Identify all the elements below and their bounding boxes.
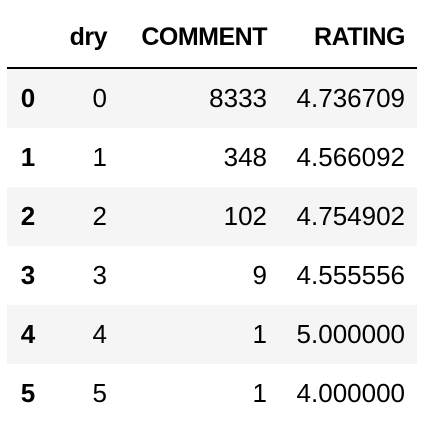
row-index: 0 [20, 83, 36, 113]
row-index: 5 [20, 378, 36, 408]
dry-cell: 0 [92, 83, 107, 113]
table-row: 3 3 9 4.555556 [7, 246, 417, 305]
comment-cell: 1 [252, 319, 267, 349]
dry-cell: 3 [92, 260, 107, 290]
table-row: 2 2 102 4.754902 [7, 187, 417, 246]
dataframe-table: dry COMMENT RATING 0 0 8333 4.736709 1 1… [7, 7, 417, 423]
index-header [13, 7, 43, 67]
comment-cell: 102 [223, 201, 267, 231]
rating-cell: 4.736709 [296, 83, 405, 113]
rating-cell: 4.566092 [296, 142, 405, 172]
table-header-row: dry COMMENT RATING [7, 7, 417, 69]
comment-cell: 348 [223, 142, 267, 172]
comment-cell: 9 [252, 260, 267, 290]
dry-cell: 5 [92, 378, 107, 408]
row-index: 3 [20, 260, 36, 290]
table-row: 0 0 8333 4.736709 [7, 69, 417, 128]
rating-cell: 5.000000 [296, 319, 405, 349]
column-header-dry: dry [69, 22, 108, 51]
dry-cell: 2 [92, 201, 107, 231]
row-index: 4 [20, 319, 36, 349]
dry-cell: 1 [92, 142, 107, 172]
rating-cell: 4.754902 [296, 201, 405, 231]
rating-cell: 4.555556 [296, 260, 405, 290]
dry-cell: 4 [92, 319, 107, 349]
table-row: 5 5 1 4.000000 [7, 364, 417, 423]
table-row: 4 4 1 5.000000 [7, 305, 417, 364]
comment-cell: 8333 [209, 83, 267, 113]
rating-cell: 4.000000 [296, 378, 405, 408]
comment-cell: 1 [252, 378, 267, 408]
column-header-comment: COMMENT [141, 22, 267, 51]
row-index: 2 [20, 201, 36, 231]
table-row: 1 1 348 4.566092 [7, 128, 417, 187]
column-header-rating: RATING [314, 22, 405, 51]
row-index: 1 [20, 142, 36, 172]
